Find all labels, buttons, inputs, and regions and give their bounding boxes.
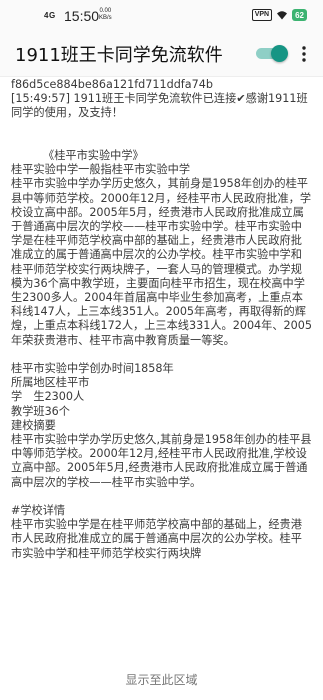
log-content[interactable]: f86d5ce884be86a121fd711ddfa74b [15:49:57…: [11, 78, 313, 658]
article-paragraph: 桂平市实验中学办学历史悠久，其前身是1958年创办的桂平县中等师范学校。2000…: [11, 177, 313, 347]
network-speed-unit: KB/s: [99, 15, 112, 21]
status-time: 15:50: [64, 8, 100, 24]
network-speed: 0.00 KB/s: [99, 8, 112, 22]
log-hash: f86d5ce884be86a121fd711ddfa74b: [11, 78, 213, 91]
app-title: 1911班王卡同学免流软件: [15, 45, 223, 66]
signal-indicator: 4G: [44, 11, 56, 20]
network-speed-value: 0.00: [99, 8, 112, 14]
wifi-icon: [277, 11, 288, 20]
more-vert-icon[interactable]: [298, 44, 310, 64]
status-icons: VPN 62: [251, 9, 307, 21]
details-paragraph: 桂平市实验中学是在桂平师范学校高中部的基础上，经贵港市人民政府批准成立的属于普通…: [11, 518, 302, 560]
info-classes: 教学班36个: [11, 404, 70, 418]
status-bar: 4G 15:50 0.00 KB/s VPN 62: [0, 0, 323, 32]
log-connected-message: [15:49:57] 1911班王卡同学免流软件已连接✔感谢1911班同学的使用…: [11, 92, 308, 120]
app-bar: 1911班王卡同学免流软件: [0, 32, 323, 77]
footer-bar: 显示至此区域: [0, 658, 323, 700]
info-region: 所属地区桂平市: [11, 376, 90, 390]
show-region-button[interactable]: 显示至此区域: [125, 671, 197, 688]
article-heading: 《桂平市实验中学》: [43, 149, 144, 162]
summary-heading: 建校摘要: [11, 418, 56, 432]
info-students: 学 生2300人: [11, 390, 85, 404]
vpn-badge: VPN: [251, 9, 273, 21]
details-heading: #学校详情: [11, 504, 66, 518]
toggle-thumb: [271, 45, 288, 62]
battery-icon: 62: [292, 9, 307, 21]
summary-paragraph: 桂平市实验中学办学历史悠久,其前身是1958年创办的桂平县中等师范学校。2000…: [11, 433, 312, 489]
info-founded: 桂平市实验中学创办时间1858年: [11, 362, 174, 376]
connection-toggle[interactable]: [256, 45, 288, 62]
article-subheading: 桂平实验中学一般指桂平市实验中学: [11, 163, 191, 177]
